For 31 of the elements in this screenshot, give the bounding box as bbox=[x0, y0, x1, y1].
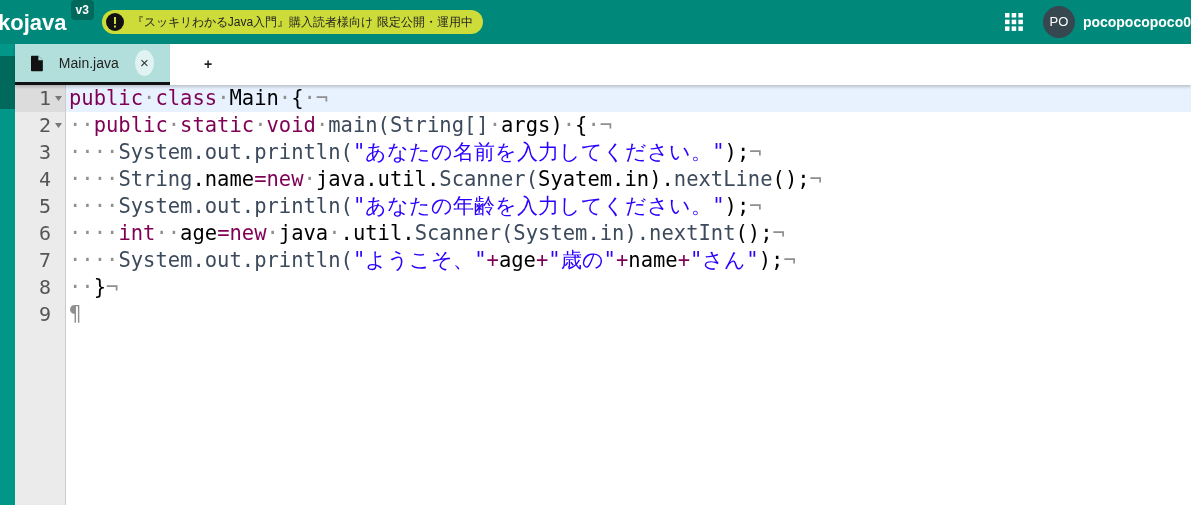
version-badge: v3 bbox=[70, 0, 94, 20]
apps-grid-icon[interactable] bbox=[1004, 13, 1023, 31]
line-number: 6 bbox=[38, 221, 51, 245]
editor-tab-panel[interactable]: Main.java × bbox=[15, 44, 170, 85]
add-tab-button[interactable]: + bbox=[170, 44, 229, 85]
fold-arrow-icon[interactable] bbox=[55, 123, 62, 128]
line-number: 7 bbox=[38, 248, 51, 272]
line-number: 5 bbox=[38, 194, 51, 218]
line-number: 1 bbox=[38, 86, 51, 110]
code-line: ····int··age=new·java·.util.Scanner(System.in).nextInt();¬ bbox=[68, 220, 786, 247]
fold-arrow-icon[interactable] bbox=[55, 96, 62, 101]
app-logo[interactable]: kojava bbox=[0, 5, 67, 39]
tab-label: Main.java bbox=[58, 53, 119, 73]
alert-icon bbox=[105, 13, 124, 31]
line-number: 3 bbox=[38, 140, 51, 164]
side-panel-highlight bbox=[0, 56, 15, 109]
code-line: ····System.out.println("ようこそ、"+age+"歳の"+name+"さん");¬ bbox=[68, 247, 797, 274]
username[interactable]: pocopocopoco0 bbox=[1082, 11, 1191, 33]
code-line: ····System.out.println("あなたの年齢を入力してください。");¬ bbox=[68, 193, 763, 220]
user-avatar[interactable]: PO bbox=[1042, 6, 1075, 38]
code-line: ····String.name=new·java.util.Scanner(Syatem.in).nextLine();¬ bbox=[68, 166, 823, 193]
line-number: 8 bbox=[38, 275, 51, 299]
code-line: ··public·static·void·main(String[]·args)·{·¬ bbox=[68, 112, 614, 139]
line-number: 4 bbox=[38, 167, 51, 191]
code-line: ····System.out.println("あなたの名前を入力してください。");¬ bbox=[68, 139, 763, 166]
close-tab-button[interactable]: × bbox=[134, 50, 154, 76]
code-line: ··}¬ bbox=[68, 274, 120, 301]
line-number: 9 bbox=[38, 302, 51, 326]
line-number: 2 bbox=[38, 113, 51, 137]
notice-text: 『スッキリわかるJava入門』購入読者様向け 限定公開・運用中 bbox=[131, 14, 473, 31]
code-line: ¶ bbox=[68, 301, 83, 328]
